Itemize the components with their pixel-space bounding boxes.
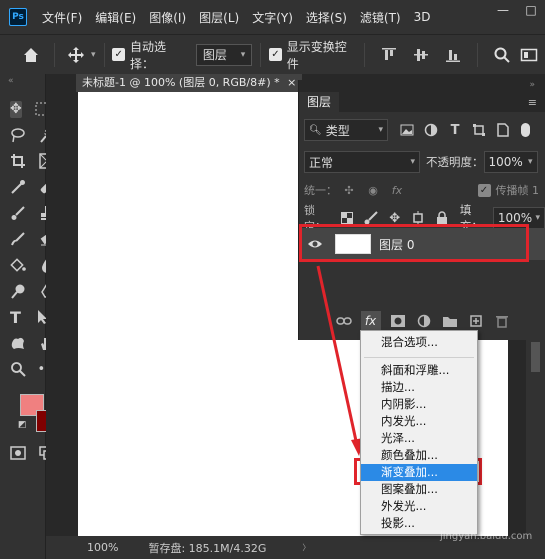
menu-item-pattern-overlay[interactable]: 图案叠加... [361, 481, 477, 498]
menu-item-inner-shadow[interactable]: 内阴影... [361, 396, 477, 413]
menu-item-inner-glow[interactable]: 内发光... [361, 413, 477, 430]
menu-item-satin[interactable]: 光泽... [361, 430, 477, 447]
menu-item-bevel-emboss[interactable]: 斜面和浮雕... [361, 362, 477, 379]
watermark-text: jingyan.baidu.com [440, 531, 533, 542]
menu-item-color-overlay[interactable]: 颜色叠加... [361, 447, 477, 464]
menu-item-gradient-overlay[interactable]: 渐变叠加... [361, 464, 477, 481]
menu-item-stroke[interactable]: 描边... [361, 379, 477, 396]
menu-separator [364, 351, 474, 358]
menu-item-blending-options[interactable]: 混合选项... [361, 334, 477, 351]
watermark: jingyan.baidu.com [440, 505, 545, 545]
